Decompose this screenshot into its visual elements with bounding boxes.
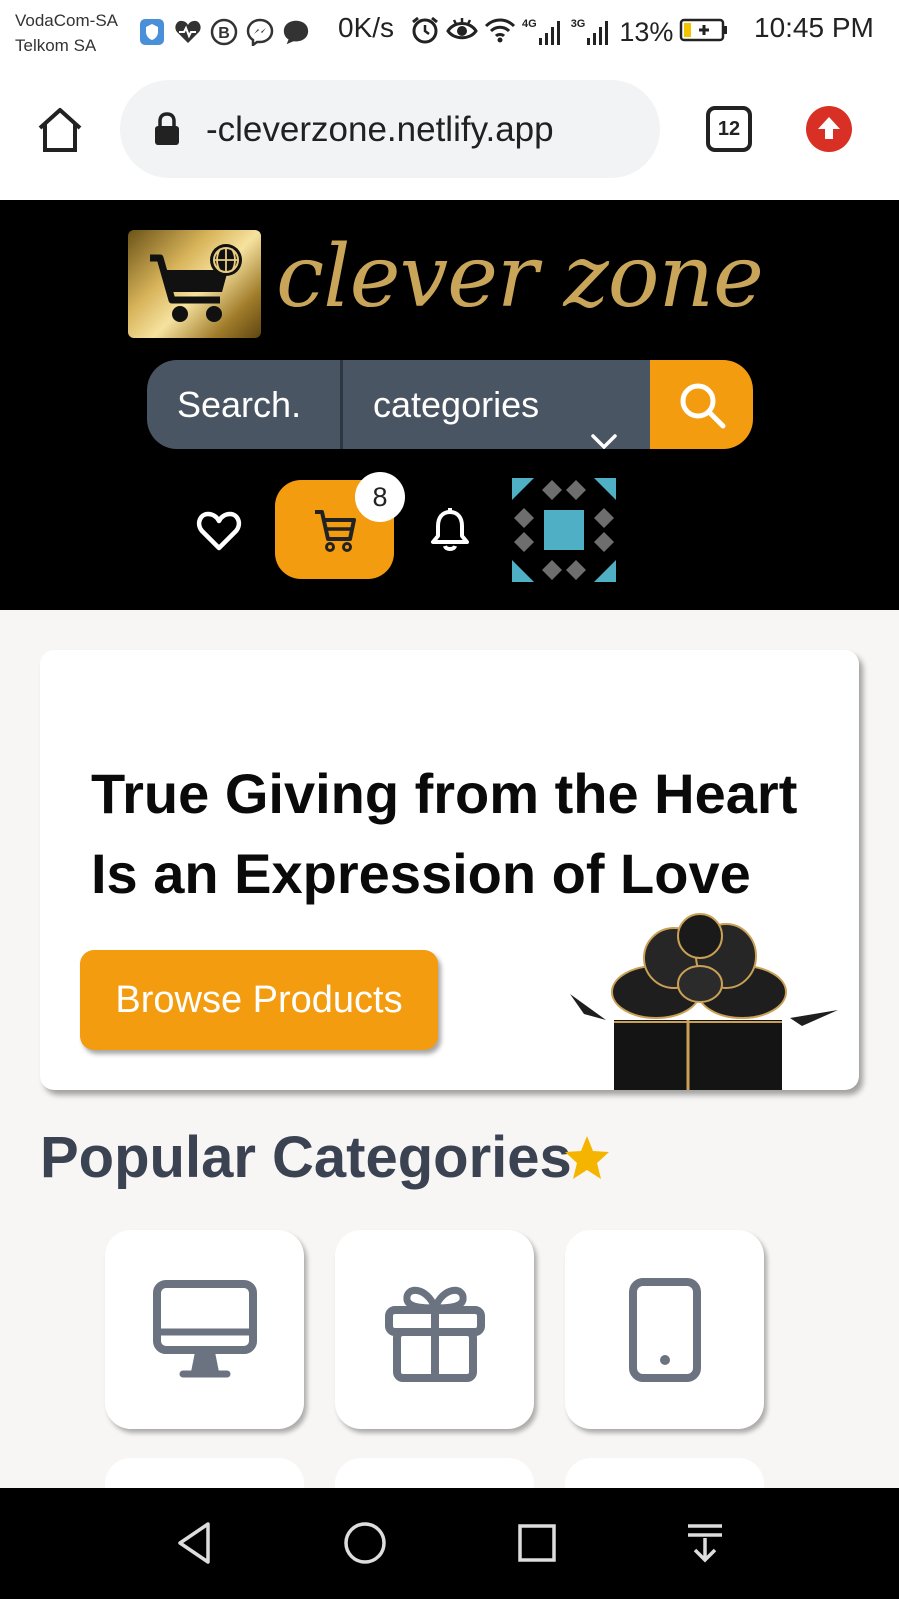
hero-banner: True Giving from the Heart Is an Express… — [40, 650, 859, 1090]
mobile-phone-icon — [628, 1277, 701, 1382]
search-button[interactable] — [650, 360, 753, 449]
cart-globe-icon[interactable] — [128, 230, 261, 338]
category-select[interactable]: categories — [343, 360, 650, 449]
bell-icon[interactable] — [428, 506, 472, 552]
heart-icon[interactable] — [196, 510, 242, 552]
signal-3g-icon: 3G — [571, 18, 614, 46]
site-header: clever zone Search. categories 8 — [0, 200, 899, 610]
lock-icon[interactable] — [154, 112, 180, 146]
battery-percent: 13% — [619, 16, 674, 47]
cart-icon — [314, 509, 356, 552]
system-icons: 4G 3G 13% — [410, 12, 729, 52]
cart-count-badge: 8 — [355, 472, 405, 522]
eye-icon — [446, 16, 478, 49]
carrier-2: Telkom SA — [15, 36, 97, 55]
carrier-names: VodaCom-SA Telkom SA — [15, 8, 118, 58]
clock: 10:45 PM — [754, 12, 874, 43]
back-triangle-icon[interactable] — [170, 1518, 220, 1568]
carrier-1: VodaCom-SA — [15, 11, 118, 30]
status-bar: VodaCom-SA Telkom SA B 0K/s 4G 3G 13% 10… — [0, 0, 899, 66]
url-text[interactable]: -cleverzone.netlify.app — [206, 110, 626, 150]
home-circle-icon[interactable] — [340, 1518, 390, 1568]
search-bar: Search. categories — [147, 360, 753, 449]
avatar-pattern[interactable] — [512, 478, 616, 582]
search-icon — [680, 383, 725, 428]
search-input[interactable]: Search. — [147, 360, 343, 449]
hero-title: True Giving from the Heart Is an Express… — [91, 762, 798, 905]
home-icon[interactable] — [36, 106, 84, 154]
heart-pulse-icon — [174, 18, 202, 46]
header-actions: 8 — [0, 472, 899, 588]
category-card-mobile[interactable] — [565, 1230, 764, 1429]
browser-toolbar: -cleverzone.netlify.app 12 — [0, 66, 899, 200]
category-card-desktop[interactable] — [105, 1230, 304, 1429]
update-arrow-icon[interactable] — [806, 106, 852, 152]
site-logo-text[interactable]: clever zone — [276, 212, 764, 342]
address-bar[interactable]: -cleverzone.netlify.app — [120, 80, 660, 178]
battery-icon — [679, 17, 729, 48]
gift-icon — [384, 1286, 485, 1382]
b-circle-icon: B — [210, 18, 238, 46]
wifi-icon — [484, 17, 516, 48]
tabs-icon[interactable]: 12 — [706, 106, 752, 152]
gift-box-image — [566, 910, 846, 1090]
svg-text:B: B — [218, 25, 230, 42]
net-speed: 0K/s — [338, 12, 395, 43]
star-icon — [562, 1134, 612, 1182]
system-nav-bar — [0, 1488, 899, 1599]
browse-products-button[interactable]: Browse Products — [80, 950, 438, 1050]
notification-icons: B — [138, 14, 310, 50]
signal-4g-icon: 4G — [522, 18, 565, 46]
shield-icon — [138, 18, 166, 46]
alarm-icon — [410, 15, 440, 50]
desktop-icon — [152, 1279, 257, 1377]
popular-categories-title: Popular Categories — [40, 1125, 572, 1190]
notification-pull-icon[interactable] — [680, 1518, 730, 1568]
recents-square-icon[interactable] — [512, 1518, 562, 1568]
category-select-label: categories — [373, 384, 540, 425]
chevron-down-icon — [590, 394, 618, 449]
category-card-gift[interactable] — [335, 1230, 534, 1429]
chat-bubble-icon — [282, 18, 310, 46]
messenger-icon — [246, 18, 274, 46]
